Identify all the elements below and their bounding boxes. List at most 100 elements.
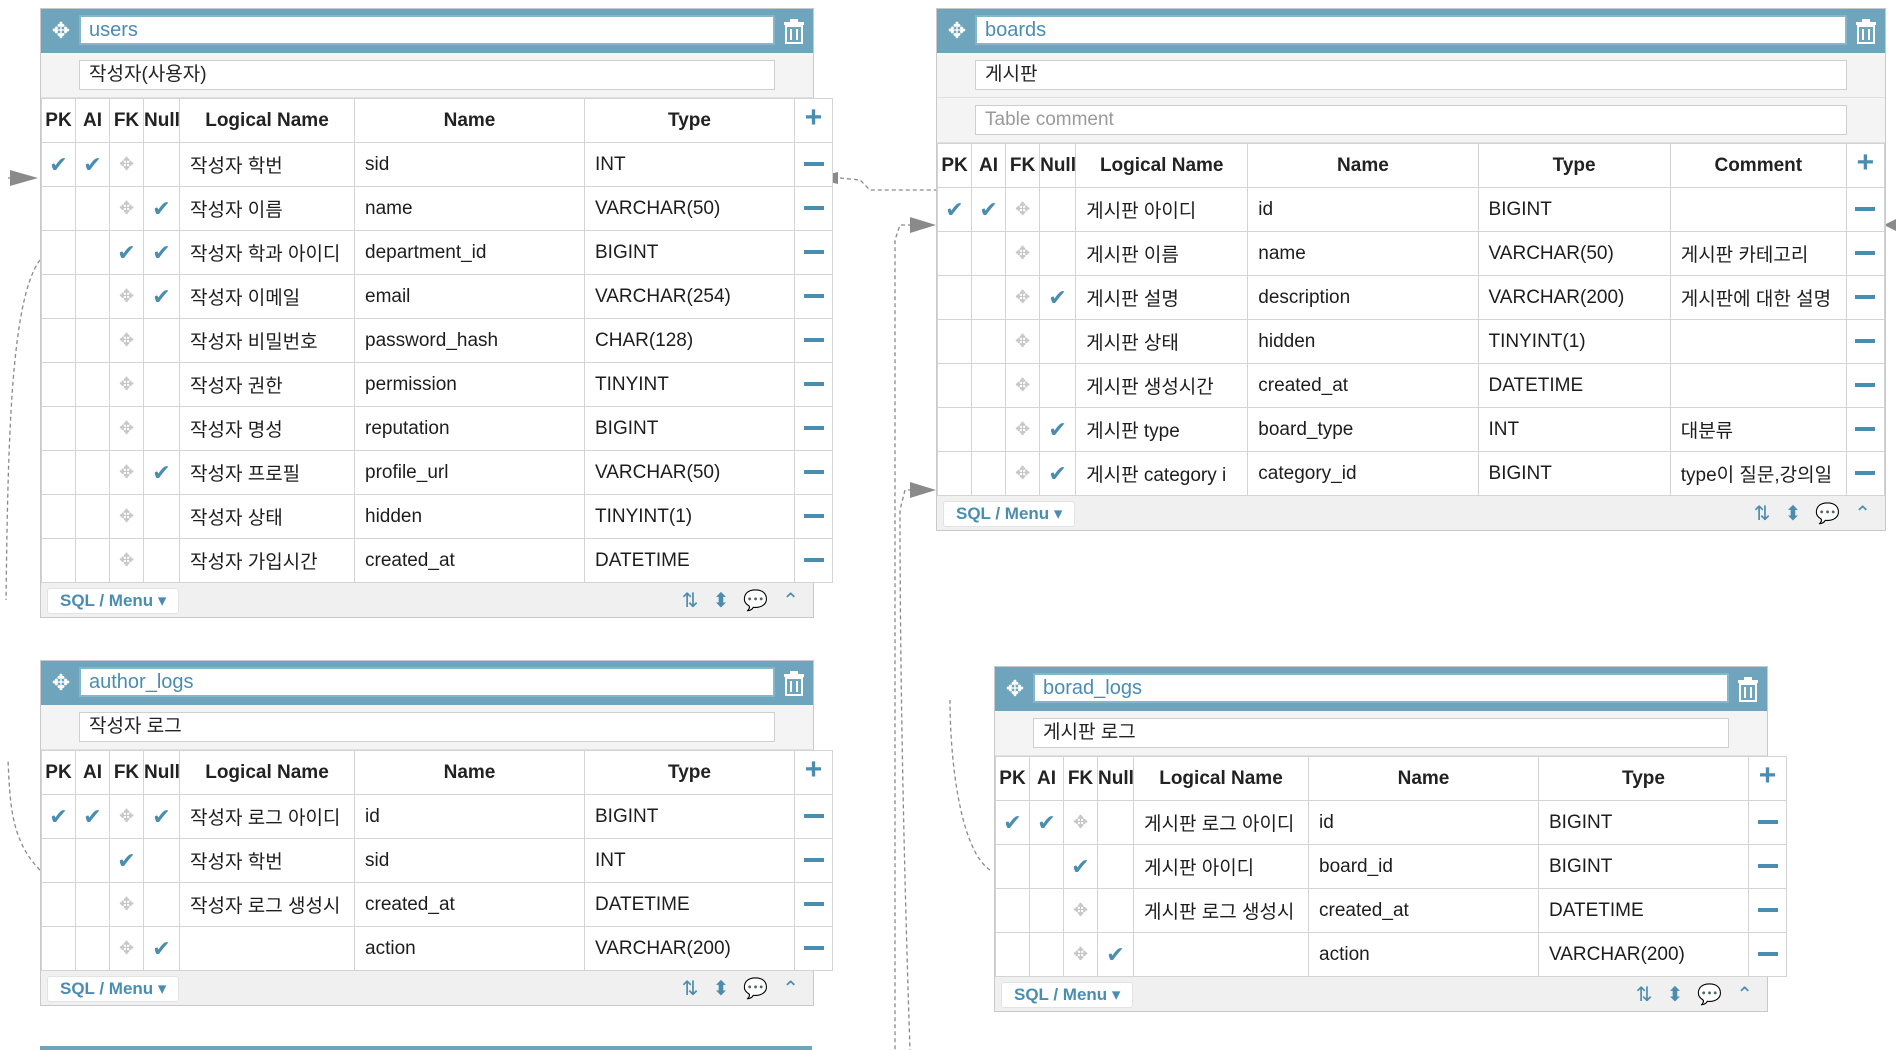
table-row[interactable]: ✔ ✔ ✥ 게시판 아이디 id BIGINT — [936, 187, 1886, 232]
null-cell[interactable] — [143, 318, 180, 363]
sql-menu-button[interactable]: SQL / Menu ▾ — [47, 588, 180, 614]
sort-updown-icon[interactable]: ⬍ — [1667, 982, 1684, 1007]
ai-cell[interactable]: ✔ — [1029, 800, 1064, 845]
trash-icon[interactable] — [1735, 675, 1761, 703]
remove-column-button[interactable] — [1748, 844, 1787, 889]
chevron-up-icon[interactable]: ⌃ — [782, 588, 799, 613]
table-row[interactable]: ✥ ✔ 작성자 이름 name VARCHAR(50) — [41, 186, 833, 231]
sort-az-icon[interactable]: ⇅ — [682, 588, 699, 613]
logical-cell[interactable]: 작성자 이름 — [179, 186, 355, 231]
type-cell[interactable]: TINYINT(1) — [584, 494, 795, 539]
fk-cell[interactable]: ✥ — [1005, 363, 1041, 408]
ai-cell[interactable] — [971, 231, 1007, 276]
ai-cell[interactable]: ✔ — [971, 187, 1007, 232]
table-row[interactable]: ✥ ✔ action VARCHAR(200) — [41, 926, 833, 971]
logical-cell[interactable]: 게시판 상태 — [1075, 319, 1249, 364]
table-row[interactable]: ✔ ✔ 작성자 학과 아이디 department_id BIGINT — [41, 230, 833, 275]
type-cell[interactable]: VARCHAR(50) — [1477, 231, 1671, 276]
fk-cell[interactable]: ✥ — [1005, 451, 1041, 496]
pk-cell[interactable] — [41, 494, 76, 539]
pk-cell[interactable] — [41, 362, 76, 407]
table-row[interactable]: ✔ 작성자 학번 sid INT — [41, 838, 833, 883]
name-cell[interactable]: hidden — [354, 494, 585, 539]
fk-cell[interactable]: ✥ — [1063, 932, 1098, 977]
table-row[interactable]: ✔ 게시판 아이디 board_id BIGINT — [995, 844, 1787, 889]
fk-cell[interactable]: ✥ — [109, 142, 144, 187]
pk-cell[interactable] — [41, 406, 76, 451]
table-name-input[interactable]: users — [79, 15, 775, 45]
pk-cell[interactable] — [41, 838, 76, 883]
chevron-up-icon[interactable]: ⌃ — [1736, 982, 1753, 1007]
logical-cell[interactable]: 작성자 이메일 — [179, 274, 355, 319]
pk-cell[interactable] — [995, 844, 1030, 889]
name-cell[interactable]: category_id — [1247, 451, 1479, 496]
table-row[interactable]: ✔ ✔ ✥ ✔ 작성자 로그 아이디 id BIGINT — [41, 794, 833, 839]
pk-cell[interactable]: ✔ — [41, 142, 76, 187]
table-comment-input[interactable]: 게시판 — [975, 60, 1847, 90]
move-icon[interactable]: ✥ — [49, 19, 73, 43]
null-cell[interactable]: ✔ — [143, 230, 180, 275]
remove-column-button[interactable] — [1748, 888, 1787, 933]
type-cell[interactable]: VARCHAR(254) — [584, 274, 795, 319]
plus-icon[interactable]: + — [1759, 759, 1777, 792]
type-cell[interactable]: VARCHAR(50) — [584, 186, 795, 231]
comment-cell[interactable] — [1669, 319, 1847, 364]
table-row[interactable]: ✥ ✔ action VARCHAR(200) — [995, 932, 1787, 977]
name-cell[interactable]: sid — [354, 142, 585, 187]
logical-cell[interactable] — [1133, 932, 1309, 977]
ai-cell[interactable] — [1029, 932, 1064, 977]
type-cell[interactable]: BIGINT — [1538, 800, 1749, 845]
pk-cell[interactable] — [41, 926, 76, 971]
move-icon[interactable]: ✥ — [1003, 677, 1027, 701]
table-row[interactable]: ✥ 작성자 로그 생성시 created_at DATETIME — [41, 882, 833, 927]
logical-cell[interactable]: 게시판 로그 생성시 — [1133, 888, 1309, 933]
pk-cell[interactable]: ✔ — [936, 187, 973, 232]
ai-cell[interactable] — [75, 926, 110, 971]
fk-cell[interactable]: ✔ — [109, 838, 144, 883]
type-cell[interactable]: DATETIME — [584, 538, 795, 583]
table-comment-input[interactable]: 게시판 로그 — [1033, 718, 1729, 748]
remove-column-button[interactable] — [1845, 319, 1886, 364]
fk-cell[interactable]: ✔ — [1063, 844, 1098, 889]
pk-cell[interactable] — [995, 932, 1030, 977]
name-cell[interactable]: name — [1247, 231, 1479, 276]
type-cell[interactable]: INT — [584, 142, 795, 187]
type-cell[interactable]: DATETIME — [584, 882, 795, 927]
logical-cell[interactable]: 게시판 생성시간 — [1075, 363, 1249, 408]
null-cell[interactable] — [143, 538, 180, 583]
logical-cell[interactable]: 작성자 학번 — [179, 142, 355, 187]
logical-cell[interactable]: 게시판 type — [1075, 407, 1249, 452]
remove-column-button[interactable] — [794, 362, 833, 407]
sort-az-icon[interactable]: ⇅ — [1636, 982, 1653, 1007]
type-cell[interactable]: DATETIME — [1538, 888, 1749, 933]
add-column-button[interactable]: + — [1748, 756, 1787, 801]
table-name-input[interactable]: author_logs — [79, 667, 775, 697]
type-cell[interactable]: TINYINT(1) — [1477, 319, 1671, 364]
table-row[interactable]: ✔ ✔ ✥ 게시판 로그 아이디 id BIGINT — [995, 800, 1787, 845]
fk-cell[interactable]: ✥ — [109, 794, 144, 839]
table-row[interactable]: ✥ 작성자 가입시간 created_at DATETIME — [41, 538, 833, 583]
ai-cell[interactable] — [1029, 844, 1064, 889]
remove-column-button[interactable] — [794, 794, 833, 839]
type-cell[interactable]: CHAR(128) — [584, 318, 795, 363]
type-cell[interactable]: TINYINT — [584, 362, 795, 407]
fk-cell[interactable]: ✥ — [1005, 231, 1041, 276]
name-cell[interactable]: created_at — [1308, 888, 1539, 933]
logical-cell[interactable]: 게시판 로그 아이디 — [1133, 800, 1309, 845]
table-row[interactable]: ✥ 작성자 상태 hidden TINYINT(1) — [41, 494, 833, 539]
pk-cell[interactable] — [936, 231, 973, 276]
sql-menu-button[interactable]: SQL / Menu ▾ — [47, 976, 180, 1002]
fk-cell[interactable]: ✥ — [1005, 407, 1041, 452]
name-cell[interactable]: board_type — [1247, 407, 1479, 452]
pk-cell[interactable] — [936, 275, 973, 320]
pk-cell[interactable] — [41, 230, 76, 275]
plus-icon[interactable]: + — [805, 753, 823, 786]
sort-updown-icon[interactable]: ⬍ — [1785, 501, 1802, 526]
logical-cell[interactable]: 작성자 권한 — [179, 362, 355, 407]
null-cell[interactable]: ✔ — [143, 926, 180, 971]
table-author-logs[interactable]: ✥ author_logs 작성자 로그 PK AI FK Null Logic… — [40, 660, 833, 1006]
remove-column-button[interactable] — [794, 882, 833, 927]
trash-icon[interactable] — [781, 17, 807, 45]
null-cell[interactable]: ✔ — [1097, 932, 1134, 977]
type-cell[interactable]: BIGINT — [584, 794, 795, 839]
